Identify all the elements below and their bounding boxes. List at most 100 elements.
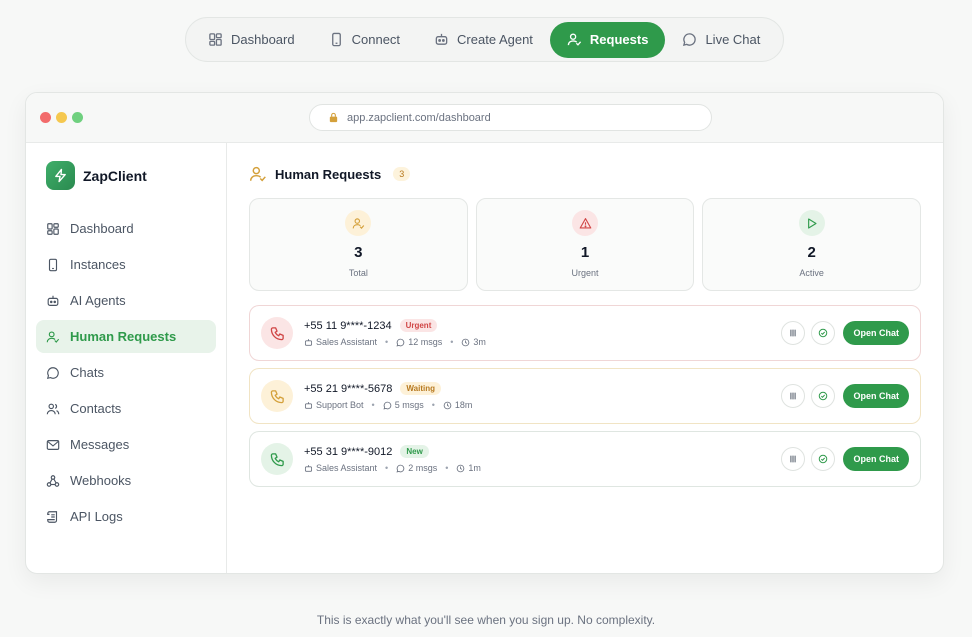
sidebar-item-label: API Logs bbox=[70, 509, 123, 524]
sidebar-item-dashboard[interactable]: Dashboard bbox=[36, 212, 216, 245]
sidebar-item-chats[interactable]: Chats bbox=[36, 356, 216, 389]
url-text: app.zapclient.com/dashboard bbox=[347, 111, 491, 124]
user-check-icon bbox=[567, 33, 582, 46]
top-nav-live-chat[interactable]: Live Chat bbox=[665, 22, 777, 58]
request-time: 18m bbox=[454, 400, 473, 410]
window-minimize-dot[interactable] bbox=[56, 112, 67, 123]
sidebar-item-human-requests[interactable]: Human Requests bbox=[36, 320, 216, 353]
request-agent: Support Bot bbox=[316, 400, 364, 410]
webhook-icon bbox=[46, 474, 60, 487]
sidebar-item-label: Messages bbox=[70, 437, 130, 452]
request-agent: Sales Assistant bbox=[316, 337, 378, 347]
clock-icon bbox=[443, 401, 452, 409]
bot-icon bbox=[304, 401, 313, 409]
sidebar-item-label: Instances bbox=[70, 257, 126, 272]
separator-dot: • bbox=[371, 400, 375, 410]
clock-icon bbox=[462, 338, 470, 346]
sidebar: ZapClient Dashboard Instances AI Agents … bbox=[26, 143, 227, 573]
chat-bubble-icon bbox=[396, 464, 405, 472]
status-badge: Urgent bbox=[399, 319, 438, 332]
sidebar-item-label: Chats bbox=[70, 365, 104, 380]
top-nav-dashboard[interactable]: Dashboard bbox=[191, 22, 312, 58]
open-chat-button[interactable]: Open Chat bbox=[843, 447, 909, 471]
pause-button[interactable] bbox=[781, 321, 806, 345]
phone-icon bbox=[261, 380, 293, 412]
resolve-button[interactable] bbox=[811, 447, 836, 471]
user-check-icon bbox=[249, 166, 266, 182]
stat-value: 3 bbox=[354, 244, 363, 261]
url-bar[interactable]: app.zapclient.com/dashboard bbox=[309, 104, 712, 131]
request-msgs: 5 msgs bbox=[394, 400, 424, 410]
top-nav-create-agent[interactable]: Create Agent bbox=[417, 22, 550, 58]
sidebar-item-messages[interactable]: Messages bbox=[36, 428, 216, 461]
sidebar-item-api-logs[interactable]: API Logs bbox=[36, 500, 216, 533]
request-time: 3m bbox=[473, 337, 486, 347]
page-title: Human Requests bbox=[275, 166, 382, 182]
top-nav: Dashboard Connect Create Agent Requests … bbox=[185, 17, 784, 62]
top-nav-requests[interactable]: Requests bbox=[549, 21, 666, 58]
top-nav-label: Connect bbox=[351, 32, 401, 47]
pause-button[interactable] bbox=[781, 384, 806, 408]
zap-logo-icon bbox=[46, 161, 75, 190]
stat-card-active: 2 Active bbox=[702, 198, 922, 291]
chat-bubble-icon bbox=[396, 338, 405, 346]
phone-device-icon bbox=[331, 32, 341, 47]
top-nav-label: Create Agent bbox=[457, 32, 533, 47]
top-nav-connect[interactable]: Connect bbox=[312, 22, 417, 58]
sidebar-item-label: Webhooks bbox=[70, 473, 132, 488]
alert-triangle-icon bbox=[572, 210, 598, 236]
request-row: +55 11 9****-1234 Urgent Sales Assistant… bbox=[249, 305, 921, 361]
footer-tagline: This is exactly what you'll see when you… bbox=[316, 613, 656, 627]
stat-value: 2 bbox=[807, 244, 816, 261]
sidebar-item-instances[interactable]: Instances bbox=[36, 248, 216, 281]
page-header: Human Requests 3 bbox=[249, 165, 921, 183]
resolve-button[interactable] bbox=[811, 321, 836, 345]
open-chat-button[interactable]: Open Chat bbox=[843, 384, 909, 408]
browser-window: app.zapclient.com/dashboard ZapClient Da… bbox=[25, 92, 944, 574]
open-chat-button[interactable]: Open Chat bbox=[843, 321, 909, 345]
sidebar-item-webhooks[interactable]: Webhooks bbox=[36, 464, 216, 497]
dashboard-icon bbox=[209, 33, 222, 46]
phone-device-icon bbox=[48, 258, 58, 271]
sidebar-item-contacts[interactable]: Contacts bbox=[36, 392, 216, 425]
bot-icon bbox=[304, 464, 313, 472]
status-badge: New bbox=[400, 445, 429, 458]
user-check-icon bbox=[345, 210, 372, 236]
request-phone: +55 11 9****-1234 bbox=[304, 319, 392, 332]
count-badge: 3 bbox=[393, 167, 411, 181]
separator-dot: • bbox=[385, 463, 389, 473]
check-circle-icon bbox=[819, 391, 828, 401]
window-maximize-dot[interactable] bbox=[72, 112, 83, 123]
bot-icon bbox=[304, 338, 313, 346]
pause-icon bbox=[790, 455, 797, 463]
top-nav-label: Dashboard bbox=[231, 32, 295, 47]
request-phone: +55 31 9****-9012 bbox=[304, 445, 393, 458]
dashboard-icon bbox=[47, 222, 59, 235]
bot-icon bbox=[435, 33, 448, 45]
pause-icon bbox=[790, 329, 797, 337]
request-info: +55 21 9****-5678 Waiting Support Bot • … bbox=[304, 382, 781, 410]
separator-dot: • bbox=[445, 463, 449, 473]
sidebar-item-label: Dashboard bbox=[70, 221, 134, 236]
check-circle-icon bbox=[819, 328, 828, 338]
phone-icon bbox=[261, 443, 293, 475]
brand-name: ZapClient bbox=[83, 167, 147, 184]
separator-dot: • bbox=[450, 337, 454, 347]
brand: ZapClient bbox=[36, 161, 216, 190]
sidebar-item-label: AI Agents bbox=[70, 293, 126, 308]
bot-icon bbox=[47, 295, 59, 306]
window-close-dot[interactable] bbox=[40, 112, 51, 123]
user-check-icon bbox=[46, 330, 60, 343]
request-msgs: 12 msgs bbox=[408, 337, 443, 347]
request-msgs: 2 msgs bbox=[408, 463, 438, 473]
sidebar-item-label: Contacts bbox=[70, 401, 122, 416]
sidebar-item-ai-agents[interactable]: AI Agents bbox=[36, 284, 216, 317]
request-time: 1m bbox=[468, 463, 481, 473]
top-nav-label: Live Chat bbox=[705, 32, 761, 47]
browser-titlebar: app.zapclient.com/dashboard bbox=[26, 93, 943, 143]
pause-button[interactable] bbox=[781, 447, 806, 471]
request-row: +55 21 9****-5678 Waiting Support Bot • … bbox=[249, 368, 921, 424]
stat-label: Total bbox=[348, 268, 368, 278]
resolve-button[interactable] bbox=[811, 384, 836, 408]
request-agent: Sales Assistant bbox=[316, 463, 378, 473]
